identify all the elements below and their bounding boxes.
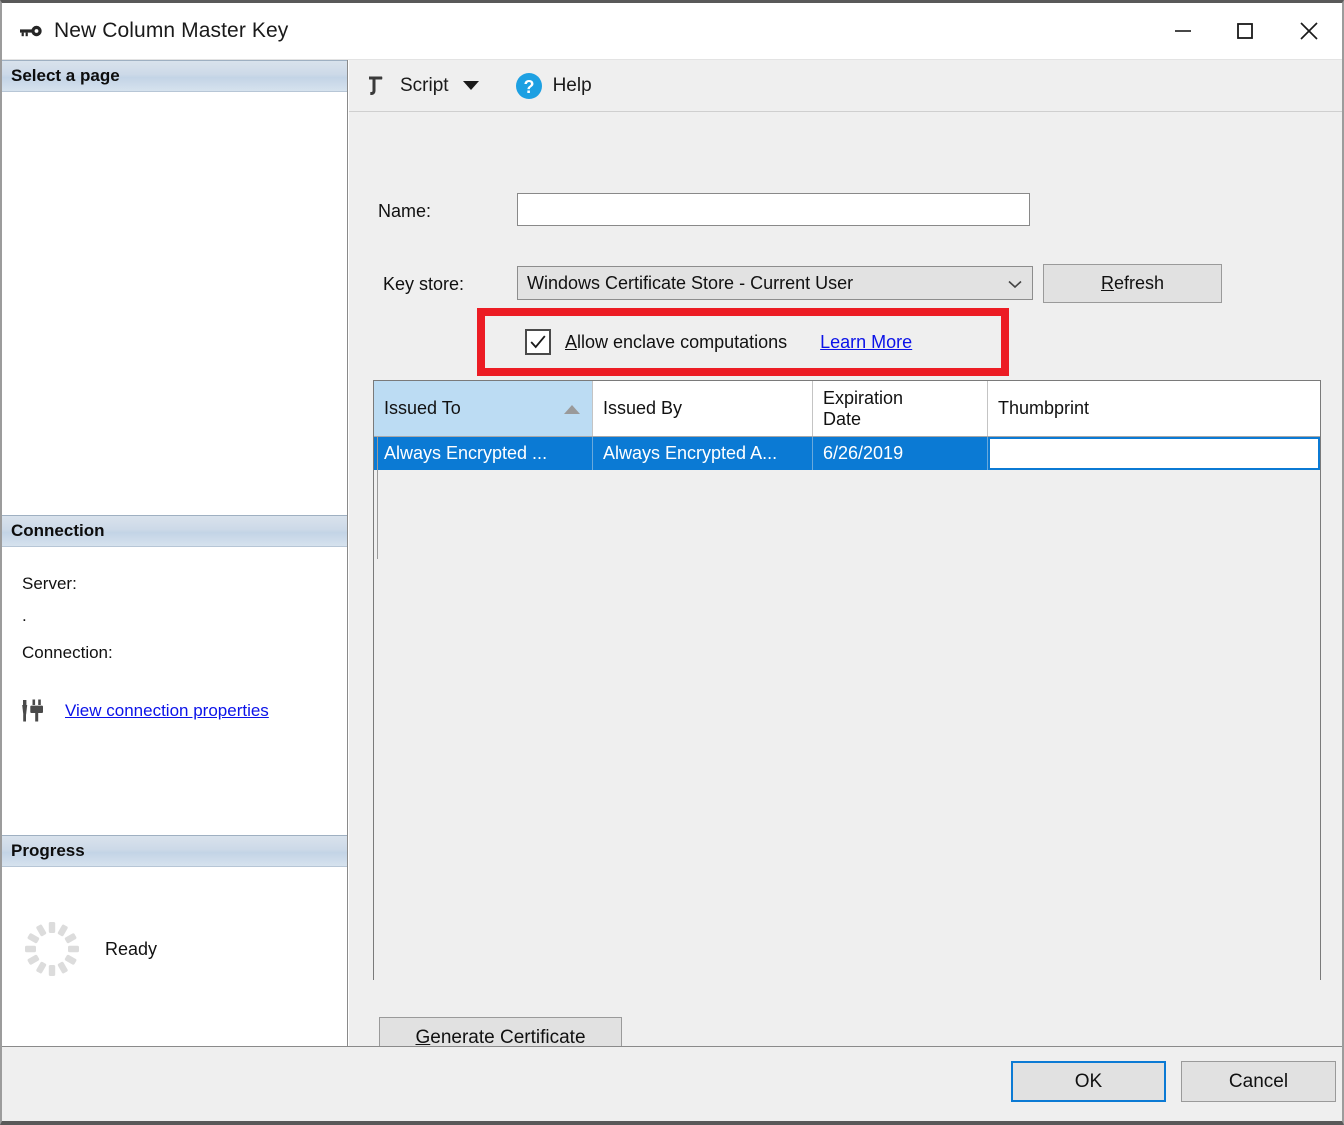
ok-button[interactable]: OK [1011,1061,1166,1102]
sidebar: Select a page Connection Server: . Conne… [2,60,348,1046]
cell-issued-by[interactable]: Always Encrypted A... [593,437,813,470]
dialog-window: New Column Master Key Select a page Conn… [0,0,1344,1125]
column-header-line2: Date [823,409,861,429]
content-pane: Script ? Help Name: Key store: Windows C… [349,60,1342,1046]
dialog-footer: OK Cancel [2,1046,1342,1121]
progress-spinner-icon [19,916,85,982]
cancel-button[interactable]: Cancel [1181,1061,1336,1102]
script-icon [364,73,390,99]
title-bar-left: New Column Master Key [2,18,1152,44]
cell-thumbprint[interactable] [988,437,1318,470]
grid-empty-area[interactable] [374,470,1320,1068]
grid-row-extent-line [377,437,378,559]
key-store-dropdown[interactable]: Windows Certificate Store - Current User [517,266,1033,300]
server-label: Server: [22,574,77,594]
key-store-label: Key store: [383,274,464,295]
toolbar: Script ? Help [349,60,1342,112]
refresh-accel: R [1101,273,1114,293]
view-connection-properties-link[interactable]: View connection properties [65,701,269,721]
help-label: Help [553,75,592,97]
enclave-label-rest: llow enclave computations [577,332,787,352]
key-store-selected-value: Windows Certificate Store - Current User [527,273,853,294]
window-title: New Column Master Key [54,19,288,43]
chevron-down-icon[interactable] [463,81,479,90]
connection-header-label: Connection [11,521,105,541]
refresh-button[interactable]: Refresh [1043,264,1222,303]
column-header-issued-by[interactable]: Issued By [593,381,813,436]
close-button[interactable] [1276,3,1342,59]
sort-ascending-icon [564,405,580,414]
generate-accel: G [415,1027,430,1048]
table-row[interactable]: Always Encrypted ... Always Encrypted A.… [374,437,1320,470]
help-icon: ? [515,72,543,100]
learn-more-link[interactable]: Learn More [820,332,912,353]
select-a-page-list[interactable] [2,93,347,545]
refresh-label-rest: efresh [1114,273,1164,293]
progress-status-row: Ready [2,916,157,982]
column-header-expiration-date[interactable]: ExpirationDate [813,381,988,436]
generate-label-rest: enerate Certificate [430,1027,585,1048]
column-header-issued-to[interactable]: Issued To [374,381,593,436]
progress-panel: Ready [2,868,347,1045]
refresh-label: Refresh [1101,273,1164,294]
certificate-grid[interactable]: Issued To Issued By ExpirationDate Thumb… [373,380,1321,980]
progress-header-label: Progress [11,841,85,861]
column-header-label: Issued To [384,398,461,419]
title-bar: New Column Master Key [2,3,1342,59]
cell-issued-to[interactable]: Always Encrypted ... [374,437,593,470]
enclave-accel: A [565,332,577,352]
allow-enclave-computations-checkbox[interactable] [525,329,551,355]
connection-properties-icon [20,698,50,724]
name-input[interactable] [517,193,1030,226]
key-icon [18,18,44,44]
form-content: Name: Key store: Windows Certificate Sto… [349,113,1342,1046]
enclave-row: Allow enclave computations Learn More [485,316,1001,368]
chevron-down-icon [1006,277,1024,289]
view-connection-properties-row[interactable]: View connection properties [20,698,269,724]
allow-enclave-computations-label: Allow enclave computations [565,332,787,353]
select-a-page-header: Select a page [2,60,347,92]
progress-header: Progress [2,835,347,867]
column-header-thumbprint[interactable]: Thumbprint [988,381,1320,436]
column-header-line1: Expiration [823,388,903,408]
connection-panel: Server: . Connection: View connection pr… [2,548,347,835]
minimize-button[interactable] [1152,3,1214,59]
grid-header-row: Issued To Issued By ExpirationDate Thumb… [374,381,1320,437]
connection-header: Connection [2,515,347,547]
script-label: Script [400,75,449,97]
column-header-label: ExpirationDate [823,388,903,430]
column-header-label: Issued By [603,398,682,419]
script-button[interactable]: Script [358,66,485,106]
cell-expiration-date[interactable]: 6/26/2019 [813,437,988,470]
enclave-highlight-box: Allow enclave computations Learn More [477,308,1009,376]
help-button[interactable]: ? Help [489,66,598,106]
maximize-button[interactable] [1214,3,1276,59]
name-label: Name: [378,201,431,222]
progress-status-label: Ready [105,939,157,960]
connection-label: Connection: [22,643,113,663]
column-header-label: Thumbprint [998,398,1089,419]
server-value: . [22,606,27,626]
svg-text:?: ? [523,77,534,97]
select-a-page-label: Select a page [11,66,120,86]
